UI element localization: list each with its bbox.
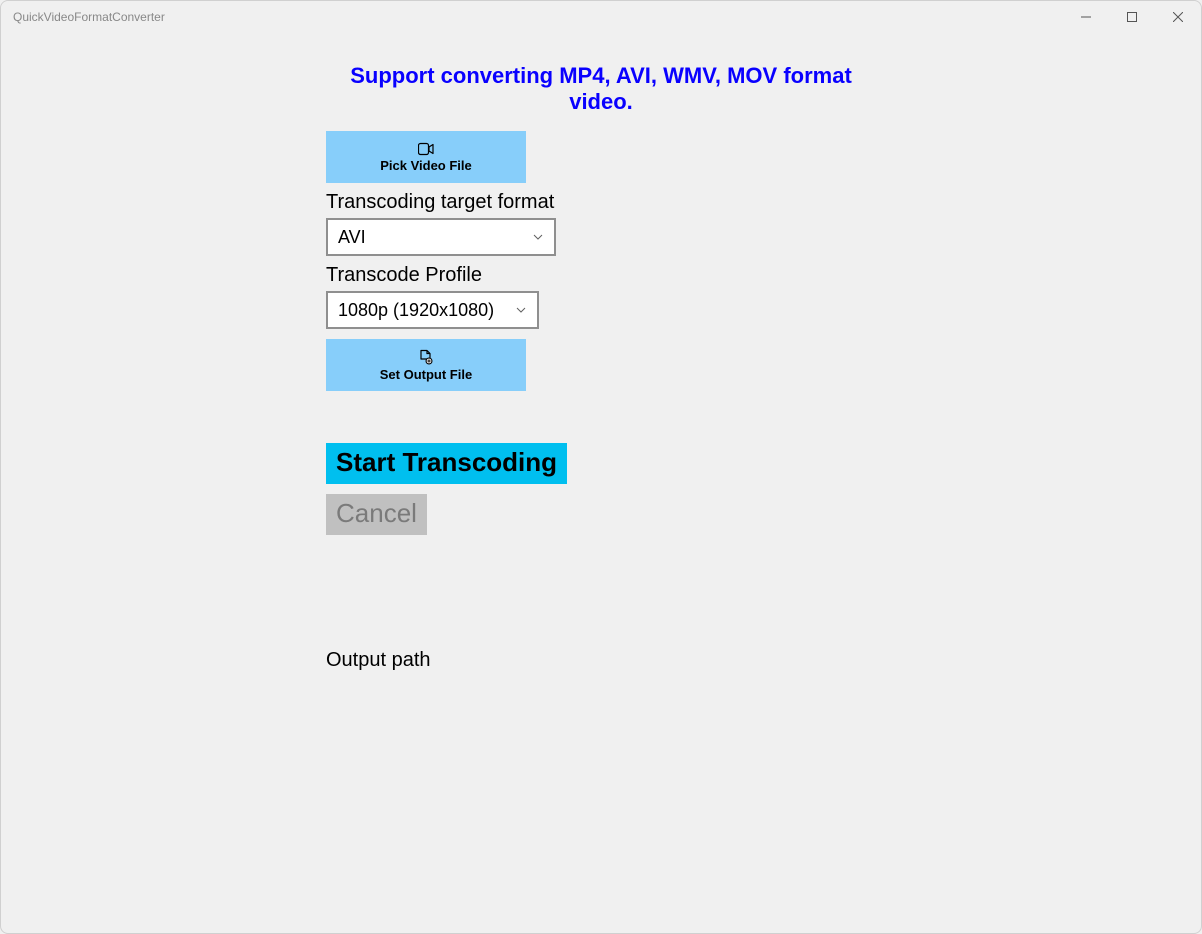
- banner-text: Support converting MP4, AVI, WMV, MOV fo…: [326, 63, 876, 115]
- app-window: QuickVideoFormatConverter Support conver…: [0, 0, 1202, 934]
- maximize-button[interactable]: [1109, 1, 1155, 33]
- file-settings-icon: [418, 349, 434, 365]
- format-value: AVI: [338, 227, 366, 248]
- pick-video-label: Pick Video File: [380, 158, 472, 173]
- output-path-label: Output path: [326, 649, 876, 672]
- close-icon: [1173, 12, 1183, 22]
- set-output-label: Set Output File: [380, 367, 472, 382]
- window-title: QuickVideoFormatConverter: [13, 10, 165, 24]
- profile-combobox[interactable]: 1080p (1920x1080): [326, 291, 539, 329]
- profile-label: Transcode Profile: [326, 264, 876, 287]
- window-controls: [1063, 1, 1201, 33]
- video-icon: [418, 142, 434, 156]
- minimize-button[interactable]: [1063, 1, 1109, 33]
- profile-value: 1080p (1920x1080): [338, 300, 494, 321]
- cancel-button[interactable]: Cancel: [326, 494, 427, 535]
- format-label: Transcoding target format: [326, 191, 876, 214]
- minimize-icon: [1081, 12, 1091, 22]
- close-button[interactable]: [1155, 1, 1201, 33]
- form-column: Support converting MP4, AVI, WMV, MOV fo…: [326, 63, 876, 933]
- chevron-down-icon: [532, 231, 544, 243]
- titlebar: QuickVideoFormatConverter: [1, 1, 1201, 33]
- start-transcoding-button[interactable]: Start Transcoding: [326, 443, 567, 484]
- set-output-button[interactable]: Set Output File: [326, 339, 526, 391]
- chevron-down-icon: [515, 304, 527, 316]
- content-area: Support converting MP4, AVI, WMV, MOV fo…: [1, 33, 1201, 933]
- pick-video-button[interactable]: Pick Video File: [326, 131, 526, 183]
- maximize-icon: [1127, 12, 1137, 22]
- format-combobox[interactable]: AVI: [326, 218, 556, 256]
